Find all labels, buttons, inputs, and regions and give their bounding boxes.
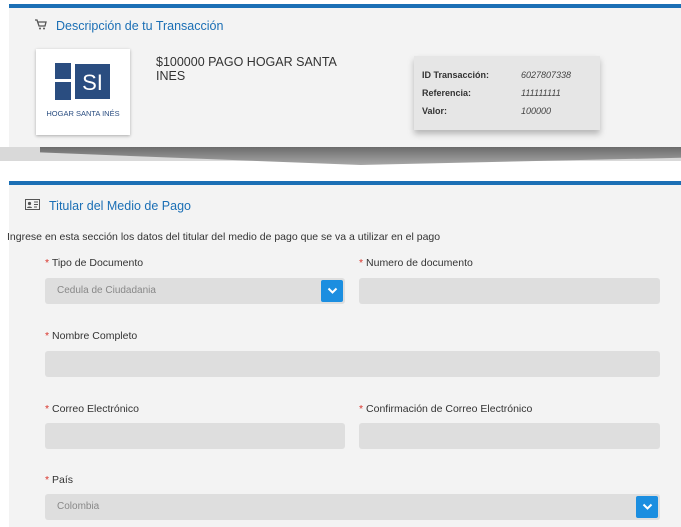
country-dropdown-button[interactable] bbox=[636, 496, 658, 518]
merchant-logo: SI HOGAR SANTA INÉS bbox=[36, 49, 130, 135]
full-name-input[interactable] bbox=[45, 351, 660, 377]
holder-title: Titular del Medio de Pago bbox=[49, 199, 191, 213]
holder-header: Titular del Medio de Pago bbox=[25, 199, 191, 213]
country-label: * País bbox=[45, 474, 74, 486]
cart-icon bbox=[35, 19, 47, 33]
info-row-id: ID Transacción: 6027807338 bbox=[422, 70, 572, 80]
id-card-icon bbox=[25, 199, 40, 213]
email-confirm-label: * Confirmación de Correo Electrónico bbox=[359, 403, 533, 415]
doc-type-dropdown-button[interactable] bbox=[321, 280, 343, 302]
transaction-description: $100000 PAGO HOGAR SANTA INES bbox=[156, 55, 337, 83]
holder-intro: Ingrese en esta sección los datos del ti… bbox=[7, 231, 441, 243]
doc-type-label: * Tipo de Documento bbox=[45, 257, 144, 269]
info-row-value: Valor: 100000 bbox=[422, 106, 552, 116]
full-name-label: * Nombre Completo bbox=[45, 330, 138, 342]
chevron-down-icon bbox=[642, 503, 652, 510]
chevron-down-icon bbox=[327, 287, 337, 294]
email-label: * Correo Electrónico bbox=[45, 403, 139, 415]
doc-number-input[interactable] bbox=[359, 278, 660, 304]
email-input[interactable] bbox=[45, 423, 345, 449]
doc-type-select[interactable]: Cedula de Ciudadania bbox=[45, 278, 345, 304]
transaction-title: Descripción de tu Transacción bbox=[56, 19, 224, 33]
logo-mark: SI bbox=[74, 63, 111, 100]
info-row-reference: Referencia: 111111111 bbox=[422, 88, 561, 98]
divider-shadow bbox=[40, 147, 681, 165]
email-confirm-input[interactable] bbox=[359, 423, 660, 449]
country-select[interactable]: Colombia bbox=[45, 494, 660, 520]
transaction-header: Descripción de tu Transacción bbox=[35, 19, 223, 33]
transaction-info-box: ID Transacción: 6027807338 Referencia: 1… bbox=[414, 56, 600, 130]
logo-name: HOGAR SANTA INÉS bbox=[46, 109, 120, 118]
doc-number-label: * Numero de documento bbox=[359, 257, 473, 269]
